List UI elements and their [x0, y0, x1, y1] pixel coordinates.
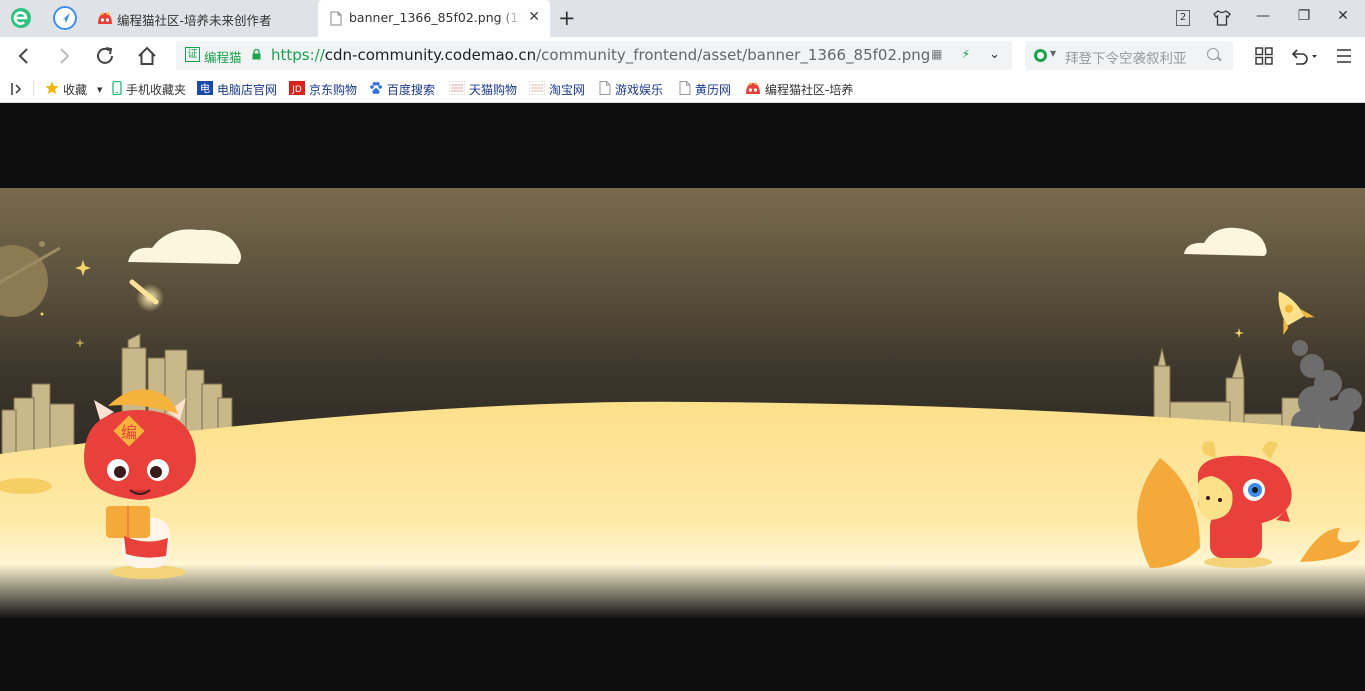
- chevron-down-icon[interactable]: ⌄: [989, 47, 1000, 62]
- svg-text:JD: JD: [291, 85, 302, 95]
- search-engine-dropdown-icon[interactable]: ▼: [1050, 49, 1056, 58]
- bookmark-almanac[interactable]: 黄历网: [679, 81, 731, 97]
- baidu-icon: [370, 82, 382, 94]
- bookmark-dnd[interactable]: 电电脑店官网: [197, 81, 277, 97]
- jd-icon: JD: [289, 81, 305, 95]
- navigation-compass-icon[interactable]: [53, 6, 77, 30]
- cat-badge-text: 编: [121, 423, 137, 442]
- url-field[interactable]: 证编程猫 https://cdn-community.codemao.cn/co…: [176, 41, 1012, 70]
- bookmark-bar: 收藏 ▼ 手机收藏夹 电电脑店官网 JD 京东购物 百度搜索 天猫购物 淘宝网 游…: [0, 75, 1365, 103]
- lock-icon: [252, 49, 261, 60]
- url-text[interactable]: https://cdn-community.codemao.cn/communi…: [271, 46, 930, 64]
- banner-image: 编: [0, 188, 1365, 618]
- divider: [33, 81, 34, 95]
- bookmark-baidu[interactable]: 百度搜索: [369, 81, 435, 97]
- forward-button[interactable]: [52, 44, 76, 68]
- tab-bar: 编程猫社区-培养未来创作者 banner_1366_85f02.png (136…: [0, 0, 1365, 37]
- search-box[interactable]: ▼ 拜登下令空袭叙利亚: [1025, 41, 1233, 70]
- minimize-button[interactable]: —: [1252, 8, 1274, 24]
- reload-button[interactable]: [93, 44, 117, 68]
- undo-close-tab-icon[interactable]: [1289, 46, 1319, 66]
- tab-title: banner_1366_85f02.png (1366×: [349, 10, 521, 25]
- star-icon: [45, 81, 59, 94]
- qrcode-icon[interactable]: ▦: [931, 47, 942, 61]
- page-icon: [330, 11, 342, 26]
- skin-shirt-icon[interactable]: [1212, 9, 1232, 27]
- back-button[interactable]: [12, 44, 36, 68]
- bookmark-codemao[interactable]: 编程猫社区-培养: [745, 81, 855, 97]
- maximize-button[interactable]: ❐: [1293, 8, 1315, 24]
- bookmark-tmall[interactable]: 天猫购物: [449, 81, 517, 97]
- menu-icon[interactable]: [1335, 47, 1353, 65]
- favorites-dropdown-icon[interactable]: ▼: [97, 86, 102, 94]
- bookmark-favorites[interactable]: 收藏: [45, 81, 87, 97]
- tab-title: 编程猫社区-培养未来创作者: [117, 13, 272, 28]
- svg-text:电: 电: [200, 82, 210, 95]
- tab-close-button[interactable]: ✕: [528, 9, 540, 25]
- sidebar-toggle-icon[interactable]: [10, 82, 24, 96]
- phone-icon: [112, 81, 122, 95]
- image-viewer: 编: [0, 104, 1365, 691]
- tmall-icon: [449, 81, 465, 95]
- lightning-icon[interactable]: ⚡: [962, 47, 970, 61]
- address-toolbar: 证编程猫 https://cdn-community.codemao.cn/co…: [0, 37, 1365, 75]
- site-certificate[interactable]: 证编程猫: [185, 47, 242, 65]
- codemao-favicon-icon: [98, 12, 112, 24]
- tab-codemao-community[interactable]: 编程猫社区-培养未来创作者: [88, 0, 317, 37]
- search-engine-icon[interactable]: [1034, 49, 1047, 62]
- new-tab-button[interactable]: +: [558, 6, 576, 30]
- tab-count-badge[interactable]: 2: [1176, 10, 1190, 26]
- page-icon: [679, 81, 691, 95]
- search-input[interactable]: 拜登下令空袭叙利亚: [1065, 47, 1187, 67]
- bookmark-taobao[interactable]: 淘宝网: [529, 81, 585, 97]
- home-button[interactable]: [135, 44, 159, 68]
- page-icon: [599, 81, 611, 95]
- bookmark-mobile[interactable]: 手机收藏夹: [112, 81, 186, 97]
- apps-grid-icon[interactable]: [1254, 46, 1274, 66]
- search-icon[interactable]: [1207, 48, 1219, 60]
- dnd-icon: 电: [197, 81, 213, 95]
- cert-label: 编程猫: [204, 50, 242, 65]
- bookmark-jd[interactable]: JD 京东购物: [289, 81, 357, 97]
- tab-banner-image[interactable]: banner_1366_85f02.png (1366× ✕: [318, 0, 550, 37]
- cert-icon: 证: [185, 47, 200, 62]
- taobao-icon: [529, 81, 545, 95]
- browser-logo-icon[interactable]: [9, 6, 33, 30]
- window-close-button[interactable]: ✕: [1332, 8, 1354, 24]
- codemao-icon: [746, 82, 760, 94]
- bookmark-games[interactable]: 游戏娱乐: [599, 81, 663, 97]
